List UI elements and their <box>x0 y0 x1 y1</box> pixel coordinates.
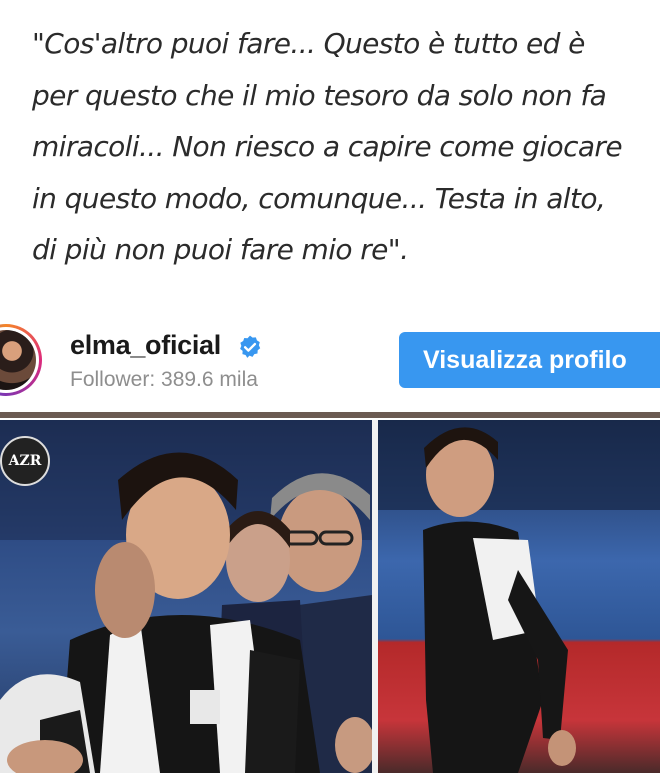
quote-line: di più non puoi fare mio re". <box>32 233 409 266</box>
quote-line: in questo modo, comunque... Testa in alt… <box>32 181 606 215</box>
quote-line: per questo che il mio tesoro da solo non… <box>32 78 607 112</box>
profile-header: elma_oficial Follower: 389.6 mila Visual… <box>0 318 660 410</box>
photo-right <box>378 420 660 773</box>
follower-count: Follower: 389.6 mila <box>70 368 258 391</box>
verified-badge-icon <box>240 335 261 358</box>
view-profile-button[interactable]: Visualizza profilo <box>399 332 660 388</box>
watermark-logo: AZR <box>0 436 50 486</box>
quote-text: "Cos'altro puoi fare... Questo è tutto e… <box>32 18 642 276</box>
quote-line: miracoli... Non riesco a capire come gio… <box>32 130 623 163</box>
quote-line: "Cos'altro puoi fare... Questo è tutto e… <box>32 27 585 60</box>
post-image[interactable]: AZR <box>0 412 660 773</box>
photo-left: AZR <box>0 420 372 773</box>
post-border <box>0 412 660 418</box>
photo-right-illustration <box>378 420 660 773</box>
avatar[interactable] <box>0 324 42 396</box>
photo-left-illustration <box>0 420 372 773</box>
profile-username[interactable]: elma_oficial <box>70 330 221 361</box>
